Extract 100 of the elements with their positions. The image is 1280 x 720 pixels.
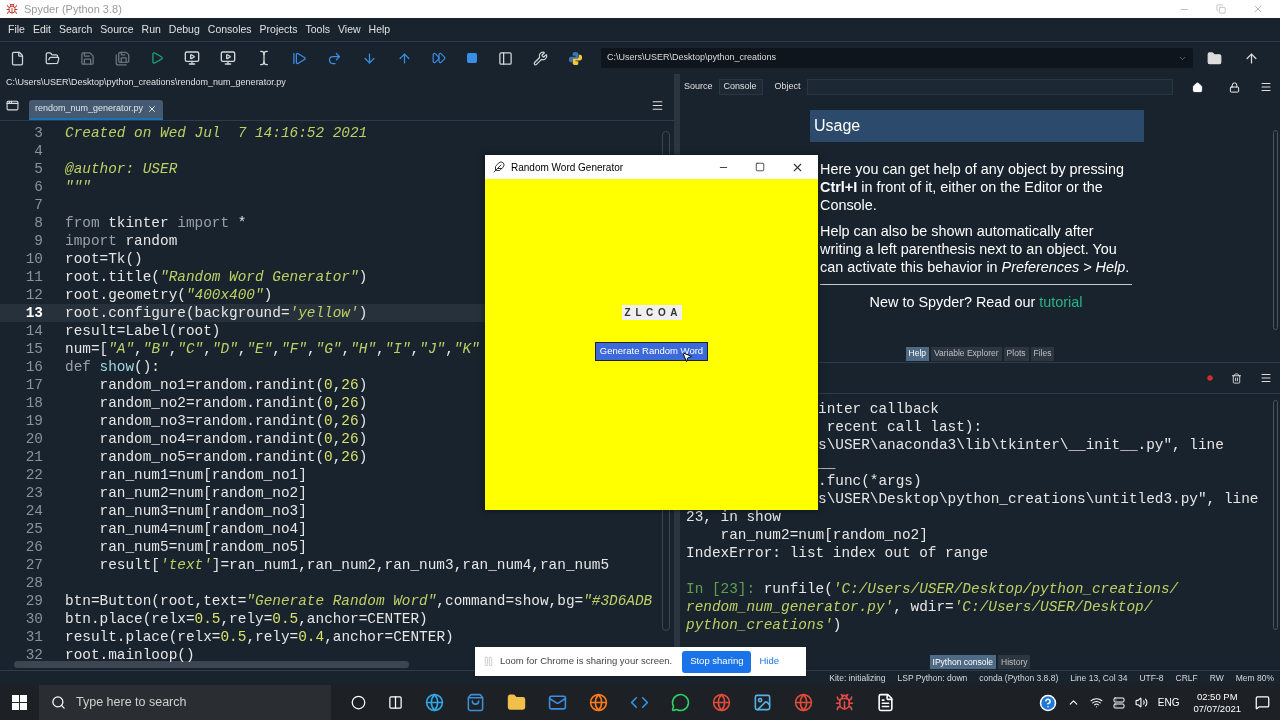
- hide-link[interactable]: Hide: [759, 654, 780, 669]
- pane-tab[interactable]: Plots: [1003, 346, 1029, 361]
- file-icon[interactable]: [876, 693, 895, 712]
- fast-forward-icon[interactable]: [432, 51, 446, 65]
- window-title: Spyder (Python 3.8): [24, 1, 122, 17]
- working-directory-field[interactable]: C:\Users\USER\Desktop\python_creations: [601, 48, 1193, 68]
- browse-tabs-icon[interactable]: [6, 99, 19, 112]
- result-label: Z L C O A: [621, 305, 682, 320]
- save-all-icon[interactable]: [115, 50, 130, 66]
- mail-icon[interactable]: [548, 693, 567, 712]
- taskbar-search-field[interactable]: Type here to search: [39, 685, 331, 720]
- menu-item[interactable]: Consoles: [203, 21, 256, 38]
- line-number: 29: [24, 592, 43, 610]
- chat-icon[interactable]: [671, 693, 690, 712]
- home-icon[interactable]: [1191, 81, 1203, 93]
- console-line: __: [818, 455, 836, 471]
- save-icon[interactable]: [80, 50, 95, 66]
- lock-icon[interactable]: [1228, 81, 1240, 93]
- scrollbar[interactable]: [1273, 130, 1278, 330]
- clock-time[interactable]: 02:50 PM: [1196, 690, 1238, 703]
- line-number: 4: [33, 142, 43, 160]
- code-line: ran_num5=num[random_no5]: [98, 538, 307, 556]
- menu-item[interactable]: Debug: [164, 21, 204, 38]
- play-icon[interactable]: [150, 51, 164, 65]
- line-number: 13: [24, 304, 43, 322]
- new-file-icon[interactable]: [10, 50, 25, 66]
- pane-tab[interactable]: IPython console: [929, 655, 996, 669]
- code-line: Created on Wed Jul 7 14:16:52 2021: [65, 124, 368, 142]
- source-dropdown[interactable]: Console: [718, 79, 763, 95]
- menu-item[interactable]: Projects: [255, 21, 302, 38]
- speaker-icon[interactable]: [1134, 696, 1148, 709]
- menu-icon[interactable]: [1260, 81, 1272, 93]
- close-icon[interactable]: [147, 104, 158, 114]
- pane-tab[interactable]: History: [998, 655, 1031, 669]
- pane-tab[interactable]: Files: [1030, 346, 1055, 361]
- status-item: Line 13, Col 34: [1070, 671, 1128, 685]
- menu-item[interactable]: Run: [137, 21, 165, 38]
- file-tab[interactable]: rendom_num_generator.py: [29, 100, 164, 120]
- scrollbar[interactable]: [1273, 400, 1278, 630]
- menu-icon[interactable]: [651, 99, 664, 112]
- sharing-message: Loom for Chrome is sharing your screen.: [500, 654, 673, 669]
- menu-icon[interactable]: [1260, 372, 1272, 384]
- line-number: 3: [33, 124, 43, 142]
- help-paragraph: Here you can get help of any object by pressing Ctrl+I in front of it, either on the Editor or the Console.: [820, 160, 1125, 214]
- bug-icon[interactable]: [835, 693, 854, 712]
- globe-icon[interactable]: [425, 693, 444, 712]
- run-cell-icon[interactable]: [184, 50, 200, 66]
- stop-sharing-button[interactable]: Stop sharing: [682, 650, 752, 673]
- line-number: 30: [24, 610, 43, 628]
- help-footer-text: New to Spyder? Read our: [869, 293, 1036, 311]
- code-line: """: [65, 178, 91, 196]
- globe-icon[interactable]: [589, 693, 608, 712]
- code-line: root.geometry("400x400"): [65, 286, 273, 304]
- trash-icon[interactable]: [1231, 372, 1242, 384]
- maximize-icon[interactable]: [755, 162, 765, 172]
- globe-icon[interactable]: [794, 693, 813, 712]
- console-line: 23, in show: [686, 509, 781, 525]
- panel-icon[interactable]: [498, 50, 513, 66]
- menu-item[interactable]: File: [4, 21, 29, 38]
- start-icon[interactable]: [12, 695, 27, 710]
- menu-item[interactable]: Search: [55, 21, 97, 38]
- arrow-down-icon[interactable]: [362, 50, 377, 66]
- globe-icon[interactable]: [712, 693, 731, 712]
- image-icon[interactable]: [753, 693, 772, 712]
- code-line: root.configure(background='yellow'): [65, 304, 368, 322]
- menu-item[interactable]: Edit: [28, 21, 55, 38]
- step-forward-icon[interactable]: [292, 50, 307, 66]
- menu-item[interactable]: Tools: [301, 21, 335, 38]
- scrollbar[interactable]: [14, 661, 409, 668]
- circle-icon[interactable]: [351, 695, 366, 710]
- line-number: 12: [24, 286, 43, 304]
- folder-icon[interactable]: [507, 693, 526, 712]
- wrench-icon[interactable]: [533, 50, 548, 66]
- bag-icon[interactable]: [466, 693, 485, 712]
- task-view-icon[interactable]: [388, 695, 403, 710]
- pane-tab[interactable]: Variable Explorer: [931, 346, 1002, 361]
- menu-item[interactable]: Help: [364, 21, 395, 38]
- status-item: UTF-8: [1139, 671, 1164, 685]
- stop-icon[interactable]: [1207, 375, 1213, 381]
- notifications-icon[interactable]: [1255, 695, 1270, 710]
- menu-item[interactable]: Source: [96, 21, 138, 38]
- code-line: root.title("Random Word Generator"): [65, 268, 368, 286]
- folder-icon[interactable]: [1207, 50, 1222, 66]
- code-line: random_no4=random.randint(0,26): [98, 430, 368, 448]
- clock-date[interactable]: 07/07/2021: [1193, 702, 1241, 715]
- help-icon[interactable]: [1038, 693, 1057, 712]
- stop-icon[interactable]: [466, 52, 478, 64]
- pane-tab[interactable]: Help: [905, 346, 929, 361]
- redo-icon[interactable]: [327, 50, 342, 66]
- wifi-icon[interactable]: [1089, 696, 1103, 709]
- run-cell-icon[interactable]: [220, 50, 236, 66]
- menu-item[interactable]: View: [334, 21, 365, 38]
- line-number: 10: [24, 250, 43, 268]
- tutorial-link[interactable]: tutorial: [1039, 293, 1083, 311]
- folder-icon[interactable]: [45, 50, 60, 66]
- generate-button[interactable]: Generate Random Word: [594, 341, 709, 361]
- line-number: 17: [24, 376, 43, 394]
- usage-header: Usage: [810, 110, 1144, 142]
- logo-icon[interactable]: [568, 50, 583, 66]
- language-indicator[interactable]: ENG: [1157, 695, 1180, 710]
